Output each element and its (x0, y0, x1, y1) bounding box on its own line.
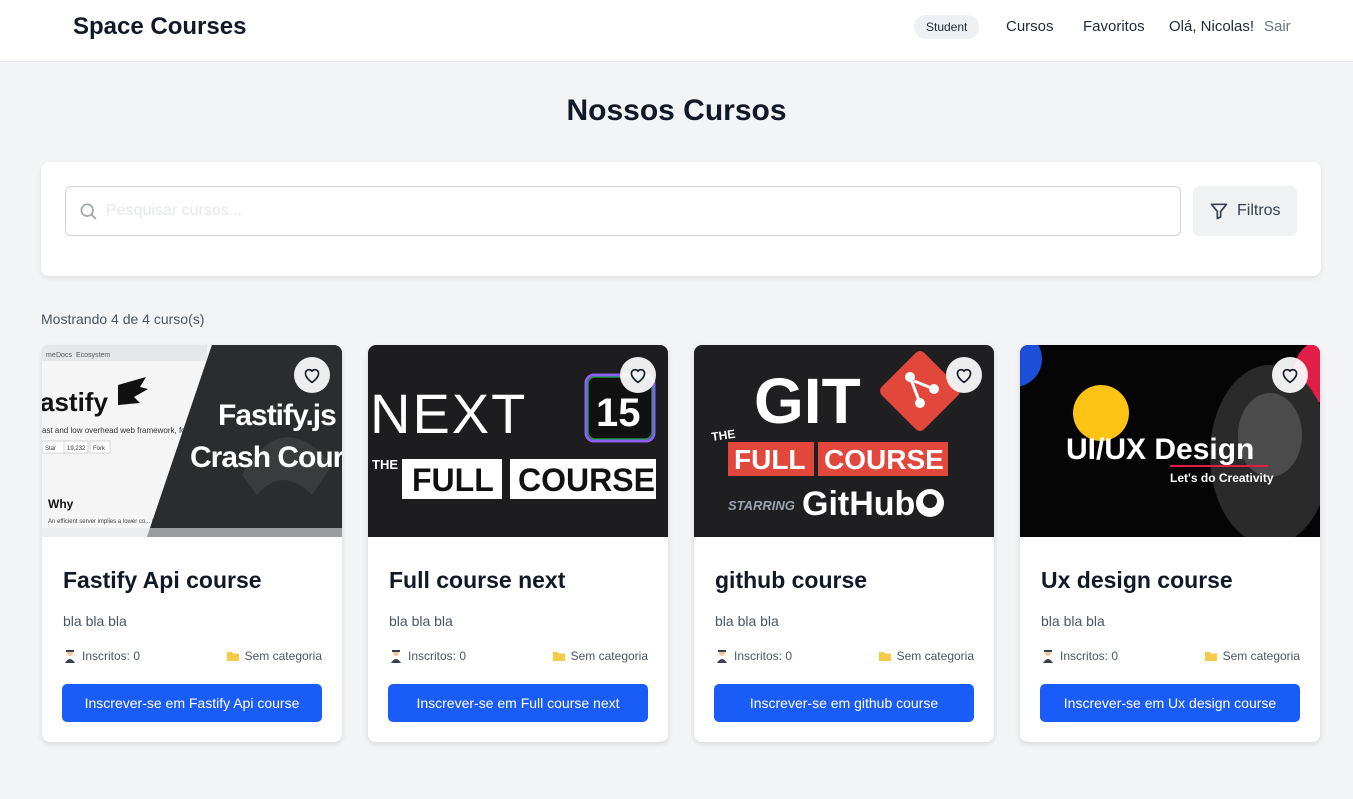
svg-text:THE: THE (372, 457, 398, 472)
svg-text:astify: astify (42, 387, 108, 417)
course-category: Sem categoria (1204, 649, 1300, 663)
enroll-button[interactable]: Inscrever-se em Full course next (388, 684, 648, 722)
folder-icon (1204, 652, 1217, 661)
search-field[interactable] (65, 186, 1181, 236)
course-category: Sem categoria (226, 649, 322, 663)
student-icon (1043, 650, 1053, 663)
svg-text:Fork: Fork (93, 446, 106, 452)
filters-button[interactable]: Filtros (1193, 186, 1297, 236)
svg-text:Why: Why (48, 497, 74, 511)
svg-text:me: me (46, 352, 56, 359)
course-title: github course (715, 567, 868, 593)
enroll-button[interactable]: Inscrever-se em github course (714, 684, 974, 722)
svg-text:STARRING: STARRING (728, 498, 795, 513)
svg-text:COURSE: COURSE (824, 444, 944, 475)
course-card: NEXT 15 THE FULL COURSE Full course next… (368, 345, 668, 742)
course-category: Sem categoria (552, 649, 648, 663)
page-title: Nossos Cursos (566, 94, 787, 127)
course-description: bla bla bla (389, 613, 453, 629)
course-card: me Docs Ecosystem astify ast and low ove… (42, 345, 342, 742)
top-navbar: Space Courses Student Cursos Favoritos O… (0, 0, 1353, 62)
course-card: UI/UX Design Let's do Creativity Ux desi… (1020, 345, 1320, 742)
favorite-button[interactable] (1272, 357, 1308, 393)
svg-text:Docs: Docs (56, 352, 72, 359)
nav-link-cursos[interactable]: Cursos (1006, 18, 1054, 35)
filter-icon (1210, 203, 1228, 220)
svg-text:Crash Cour: Crash Cour (190, 441, 342, 474)
svg-text:GitHub: GitHub (802, 485, 915, 523)
folder-icon (226, 652, 239, 661)
course-category: Sem categoria (878, 649, 974, 663)
course-title: Ux design course (1041, 567, 1233, 593)
svg-text:NEXT: NEXT (370, 382, 527, 445)
svg-text:Ecosystem: Ecosystem (76, 352, 110, 359)
student-icon (717, 650, 727, 663)
favorite-button[interactable] (294, 357, 330, 393)
search-icon (80, 203, 97, 220)
enrolled-count: Inscritos: 0 (63, 649, 140, 663)
svg-text:Fastify.js: Fastify.js (218, 399, 336, 432)
svg-text:FULL: FULL (734, 444, 806, 475)
heart-outline-icon (630, 368, 646, 384)
svg-text:COURSE: COURSE (518, 462, 655, 498)
svg-text:FULL: FULL (412, 462, 494, 498)
svg-text:Star: Star (45, 446, 56, 452)
svg-text:15: 15 (596, 391, 641, 435)
logout-link[interactable]: Sair (1264, 18, 1291, 35)
search-panel: Filtros (41, 162, 1321, 276)
favorite-button[interactable] (620, 357, 656, 393)
filters-button-label: Filtros (1237, 202, 1281, 219)
student-icon (391, 650, 401, 663)
search-input[interactable] (106, 188, 1166, 234)
heart-outline-icon (956, 368, 972, 384)
course-title: Fastify Api course (63, 567, 262, 593)
enrolled-count: Inscritos: 0 (389, 649, 466, 663)
student-icon (65, 650, 75, 663)
heart-outline-icon (304, 368, 320, 384)
brand-logo[interactable]: Space Courses (73, 13, 246, 41)
course-description: bla bla bla (715, 613, 779, 629)
enroll-button[interactable]: Inscrever-se em Ux design course (1040, 684, 1300, 722)
svg-text:GIT: GIT (754, 365, 861, 437)
svg-text:19,232: 19,232 (67, 446, 86, 452)
svg-text:Let's do Creativity: Let's do Creativity (1170, 471, 1274, 485)
svg-text:ast and low overhead web frame: ast and low overhead web framework, for (42, 426, 189, 435)
role-badge: Student (914, 15, 980, 39)
svg-text:UI/UX Design: UI/UX Design (1066, 433, 1254, 466)
folder-icon (878, 652, 891, 661)
folder-icon (552, 652, 565, 661)
enrolled-count: Inscritos: 0 (715, 649, 792, 663)
favorite-button[interactable] (946, 357, 982, 393)
results-count: Mostrando 4 de 4 curso(s) (41, 311, 205, 327)
course-description: bla bla bla (1041, 613, 1105, 629)
nav-link-favoritos[interactable]: Favoritos (1083, 18, 1145, 35)
course-card: GIT THE FULL COURSE STARRING GitHub gith… (694, 345, 994, 742)
heart-outline-icon (1282, 368, 1298, 384)
course-title: Full course next (389, 567, 566, 593)
enrolled-count: Inscritos: 0 (1041, 649, 1118, 663)
enroll-button[interactable]: Inscrever-se em Fastify Api course (62, 684, 322, 722)
user-greeting: Olá, Nicolas! (1169, 18, 1255, 35)
course-description: bla bla bla (63, 613, 127, 629)
